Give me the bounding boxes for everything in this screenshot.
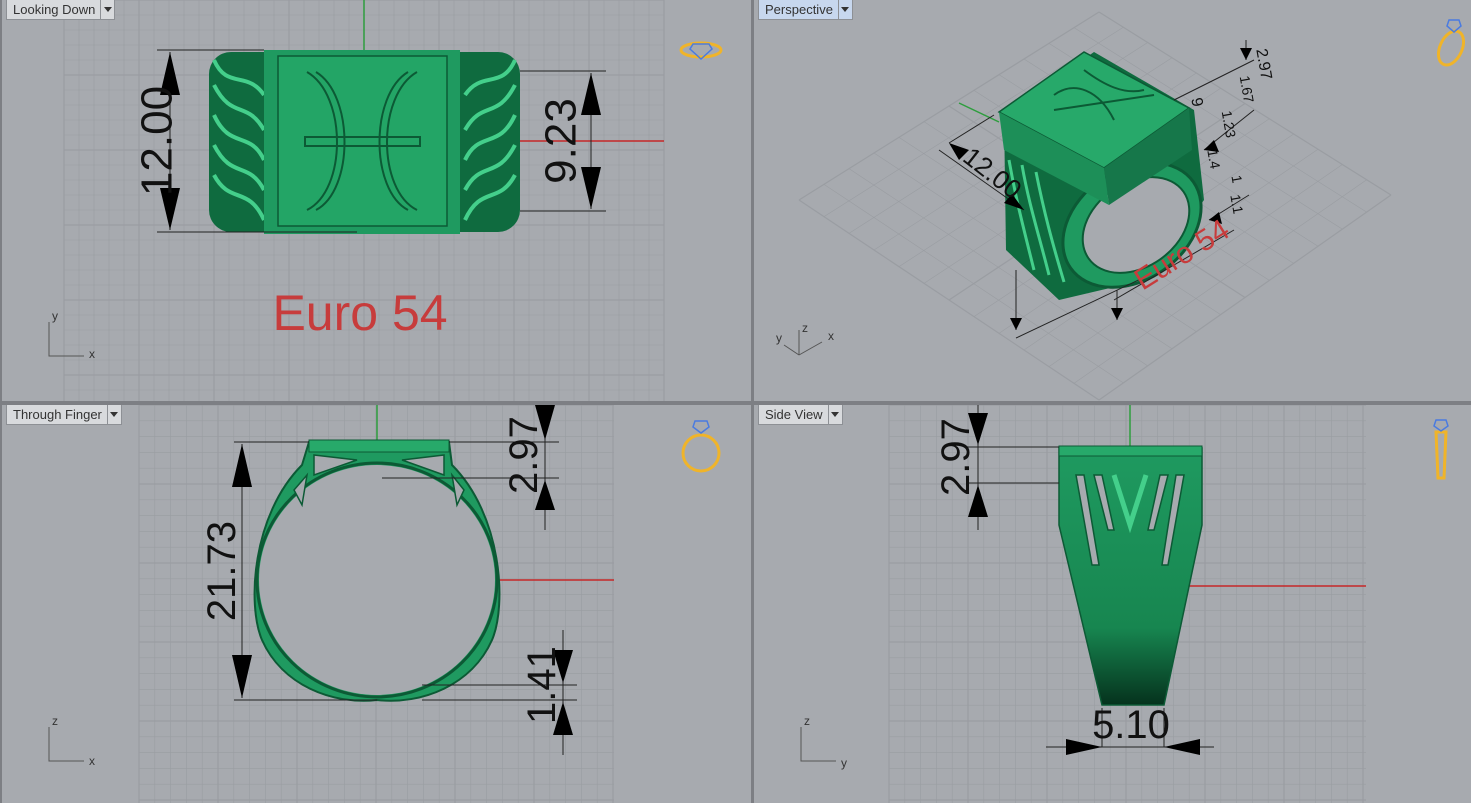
perspective-canvas: 12.00 2.97 1.67 9 1.23 1.4 1 1.1 Euro 54… <box>776 11 1468 401</box>
axis-label-y: y <box>52 309 58 323</box>
viewport-through-finger[interactable]: 21.73 2.97 1.41 z x Through Finger <box>2 405 751 803</box>
dropdown-arrow-icon[interactable] <box>827 405 842 424</box>
axis-label-y: y <box>841 756 847 770</box>
ring-front-icon[interactable] <box>681 420 721 473</box>
axis-label-z: z <box>804 714 810 728</box>
viewport-tab-side-view[interactable]: Side View <box>758 405 843 425</box>
side-view-canvas: 2.97 5.10 z y <box>800 405 1449 803</box>
viewport-looking-down[interactable]: 12.00 9.23 Euro 54 y x Looking Down <box>2 0 751 401</box>
axis-label-x: x <box>89 347 95 361</box>
top-thickness-dimension: 2.97 <box>502 416 546 494</box>
axis-label-x: x <box>828 329 834 343</box>
height-dimension: 21.73 <box>200 521 244 621</box>
bottom-width-dimension: 5.10 <box>1092 703 1170 747</box>
dimension-label: 1.23 <box>1219 109 1240 139</box>
dimension-label: 1.1 <box>1227 193 1246 215</box>
axis-label-z: z <box>802 321 808 335</box>
ring-perspective-icon[interactable] <box>1433 19 1468 69</box>
through-finger-canvas: 21.73 2.97 1.41 z x <box>48 405 721 803</box>
ring-top-model[interactable] <box>209 50 520 234</box>
ring-top-icon[interactable] <box>679 41 723 61</box>
ring-side-model[interactable] <box>1058 445 1203 706</box>
dropdown-arrow-icon[interactable] <box>100 0 114 19</box>
bottom-thickness-dimension: 1.41 <box>520 646 564 724</box>
dropdown-arrow-icon[interactable] <box>837 0 852 19</box>
dimension-label: 1.4 <box>1204 148 1223 170</box>
y-axis-line <box>958 102 1000 123</box>
viewport-tab-perspective[interactable]: Perspective <box>758 0 853 20</box>
ring-size-label: Euro 54 <box>272 285 447 341</box>
dimension-label: 9 <box>1187 96 1205 108</box>
viewport-perspective[interactable]: 12.00 2.97 1.67 9 1.23 1.4 1 1.1 Euro 54… <box>754 0 1471 401</box>
dropdown-arrow-icon[interactable] <box>106 405 121 424</box>
viewport-title: Through Finger <box>13 407 102 422</box>
viewport-title: Perspective <box>765 2 833 17</box>
viewport-title: Looking Down <box>13 2 96 17</box>
face-dimension: 9.23 <box>537 98 586 184</box>
viewport-tab-through-finger[interactable]: Through Finger <box>6 405 122 425</box>
dimension-label: 1 <box>1228 174 1245 185</box>
dimension-label: 2.97 <box>1252 47 1274 81</box>
ring-front-model[interactable] <box>253 439 501 702</box>
width-dimension: 12.00 <box>133 86 182 196</box>
viewport-title: Side View <box>765 407 823 422</box>
top-thickness-dimension: 2.97 <box>934 418 978 496</box>
ring-side-icon[interactable] <box>1433 419 1449 480</box>
viewport-side-view[interactable]: 2.97 5.10 z y Side View <box>754 405 1471 803</box>
axis-label-y: y <box>776 331 782 345</box>
looking-down-canvas: 12.00 9.23 Euro 54 y x <box>48 0 723 401</box>
viewport-tab-looking-down[interactable]: Looking Down <box>6 0 116 20</box>
axis-label-z: z <box>52 714 58 728</box>
axis-label-x: x <box>89 754 95 768</box>
